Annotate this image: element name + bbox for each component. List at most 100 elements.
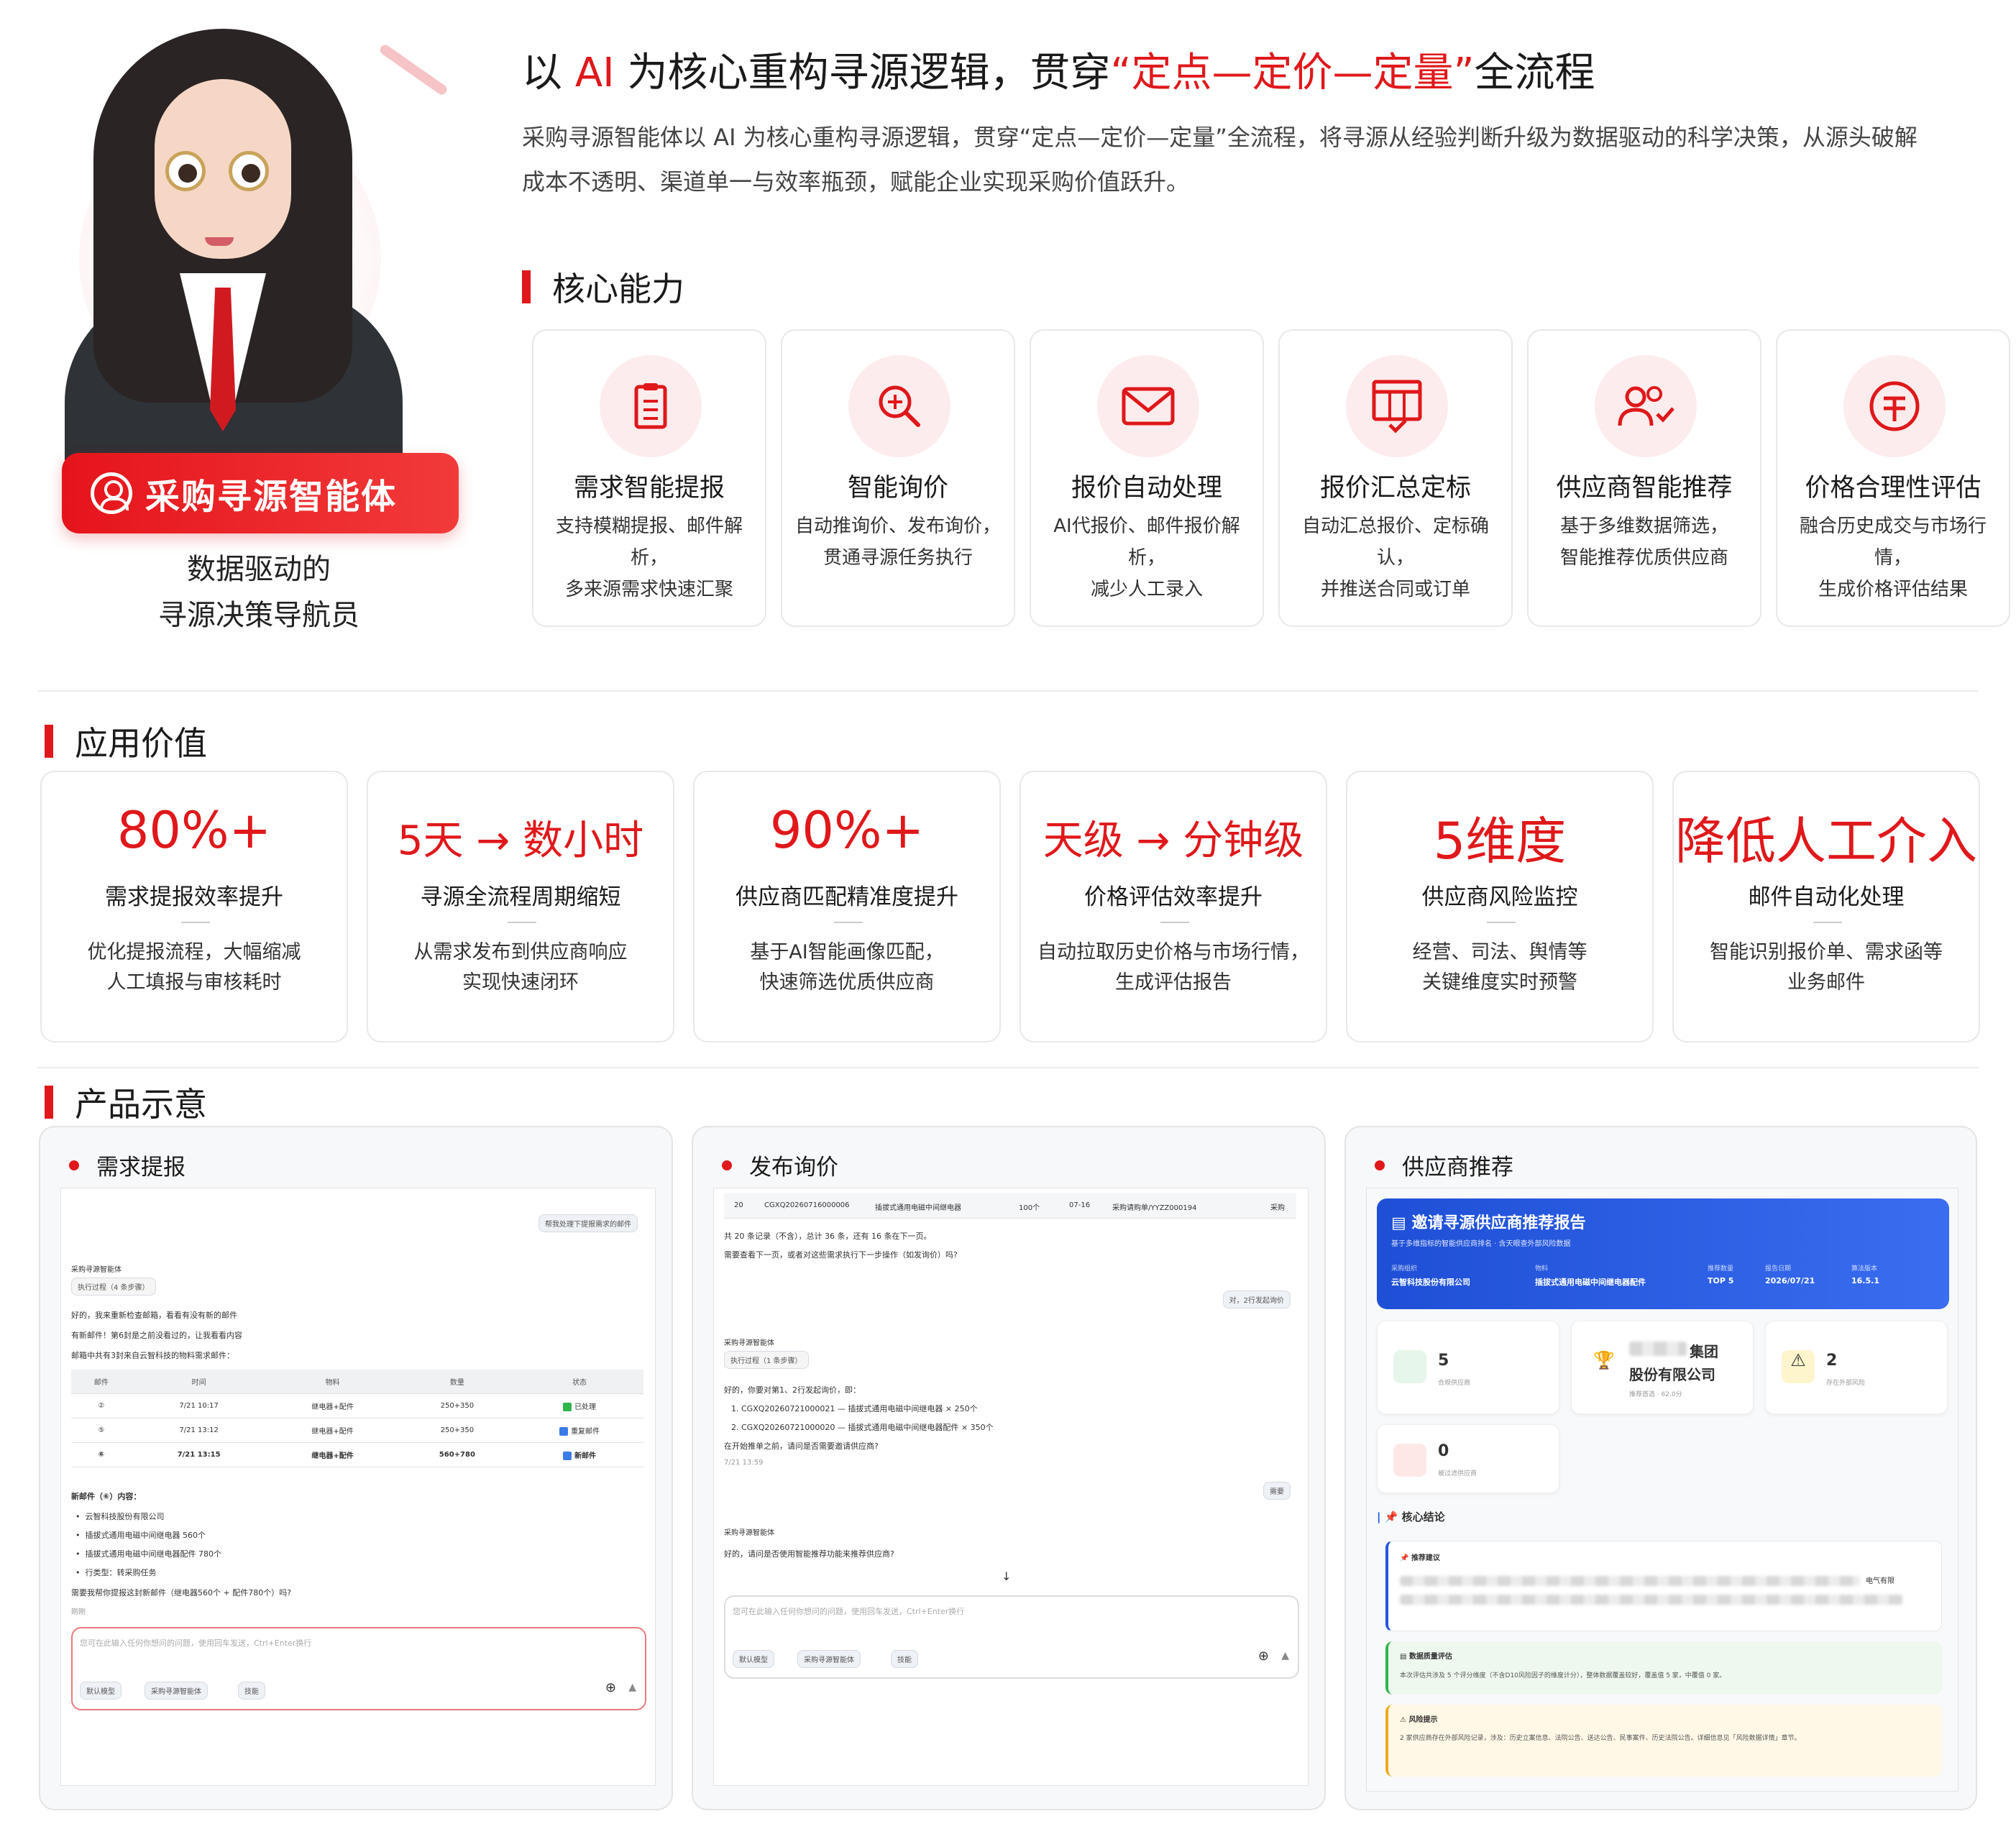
demo-card-inquiry: 发布询价 20 CGXQ20260716000006 插拔式通用电磁中间继电器 … — [692, 1126, 1326, 1810]
capability-card[interactable]: 供应商智能推荐 基于多维数据筛选， 智能推荐优质供应商 — [1527, 329, 1761, 627]
redacted-text — [1629, 1342, 1687, 1356]
scroll-down-icon[interactable]: ↓ — [1002, 1569, 1011, 1583]
intro-text: 采购寻源智能体以 AI 为核心重构寻源逻辑，贯穿“定点—定价—定量”全流程，将寻… — [522, 124, 1918, 196]
risk-title: ⚠ 风险提示 — [1400, 1716, 1438, 1724]
add-icon[interactable]: ⊕ — [605, 1680, 616, 1695]
column-header: 物料 — [266, 1370, 399, 1394]
meta-label: 采购组织 — [1391, 1265, 1418, 1273]
model-select[interactable]: 默认模型 — [80, 1682, 122, 1700]
divider — [1813, 922, 1842, 923]
capability-desc: 支持模糊提报、邮件解析， 多来源需求快速汇聚 — [555, 515, 743, 600]
add-icon[interactable]: ⊕ — [1258, 1649, 1269, 1664]
chat-input-box[interactable]: 您可在此输入任何你想问的问题，使用回车发送，Ctrl+Enter换行 默认模型 … — [71, 1627, 646, 1710]
status-text: 重复邮件 — [571, 1428, 600, 1436]
page: { "hero": { "badge_label": "采购寻源智能体", "s… — [0, 0, 2016, 1829]
exec-steps-toggle[interactable]: 执行过程（4 条步骤） — [71, 1278, 156, 1296]
agent-badge-label: 采购寻源智能体 — [145, 477, 398, 517]
table-row: ② 7/21 10:17 继电器+配件 250+350 已处理 — [71, 1393, 643, 1418]
table-cell: 继电器+配件 — [266, 1442, 399, 1467]
section-title-values: 应用价值 — [45, 718, 207, 765]
divider — [1160, 922, 1189, 923]
skill-select[interactable]: 技能 — [238, 1682, 265, 1700]
capability-card[interactable]: 智能询价 自动推询价、发布询价， 贯通寻源任务执行 — [781, 329, 1015, 627]
value-metric: 降低人工介入 — [1675, 812, 1977, 871]
status-badge: 新邮件 — [516, 1442, 643, 1467]
title-prefix: 以 — [522, 50, 575, 96]
table-check-icon — [1346, 355, 1448, 457]
search-plus-icon — [848, 355, 950, 457]
capability-card[interactable]: 价格合理性评估 融合历史成交与市场行情， 生成价格评估结果 — [1776, 329, 2010, 627]
redacted-text — [1400, 1595, 1903, 1605]
meta-value: 2026/07/21 — [1765, 1276, 1815, 1285]
capability-card[interactable]: 报价自动处理 AI代报价、邮件报价解析， 减少人工录入 — [1030, 329, 1264, 627]
send-icon[interactable]: ▲ — [628, 1682, 636, 1693]
section-title-text: 产品示意 — [75, 1085, 207, 1124]
status-badge: 重复邮件 — [516, 1418, 643, 1443]
status-badge: 已处理 — [516, 1393, 643, 1418]
capability-desc: 自动汇总报价、定标确认， 并推送合同或订单 — [1301, 515, 1489, 600]
chat-input-placeholder: 您可在此输入任何你想问的问题，使用回车发送，Ctrl+Enter换行 — [733, 1607, 965, 1616]
table-cell: ⑥ — [71, 1442, 132, 1467]
table-cell: 7/21 13:12 — [131, 1418, 267, 1443]
capability-title: 报价汇总定标 — [1319, 474, 1471, 503]
capability-card[interactable]: 报价汇总定标自动汇总报价、定标确认， 并推送合同或订单 — [1278, 329, 1513, 627]
value-title: 供应商风险监控 — [1421, 884, 1578, 910]
clipboard-icon — [600, 355, 702, 457]
meta-label: 算法版本 — [1851, 1265, 1878, 1273]
chat-line: 需要查看下一页，或者对这些需求执行下一步操作（如发询价）吗? — [724, 1250, 958, 1260]
table-cell: 250+350 — [398, 1393, 516, 1418]
demo-card-header: 发布询价 — [722, 1149, 838, 1181]
agent-select[interactable]: 采购寻源智能体 — [797, 1650, 861, 1668]
skill-select[interactable]: 技能 — [891, 1650, 918, 1668]
yuan-icon — [1843, 355, 1946, 457]
chat-line: 好的，请问是否使用智能推荐功能来推荐供应商? — [724, 1549, 894, 1559]
conclusion-heading: | 📌 核心结论 — [1377, 1511, 1445, 1523]
value-card: 降低人工介入 邮件自动化处理 智能识别报价单、需求函等 业务邮件 — [1672, 771, 1980, 1042]
bullet-dot-icon — [722, 1160, 732, 1170]
exec-steps-toggle[interactable]: 执行过程（1 条步骤） — [724, 1351, 809, 1369]
model-select[interactable]: 默认模型 — [733, 1650, 774, 1668]
stat-card-compliant: 5 合规供应商 — [1377, 1321, 1559, 1414]
agent-badge[interactable]: 采购寻源智能体 — [62, 453, 459, 533]
agent-select[interactable]: 采购寻源智能体 — [145, 1682, 208, 1700]
demo-screenshot-requisition: 帮我处理下提报需求的邮件 采购寻源智能体 执行过程（4 条步骤） 好的，我来重新… — [60, 1188, 656, 1786]
stat-card-risk: ⚠ 2 存在外部风险 — [1765, 1321, 1948, 1414]
recommendation-box: 📌 推荐建议 电气有限 — [1385, 1541, 1942, 1631]
value-title: 价格评估效率提升 — [1084, 884, 1263, 910]
report-title: ▤ 邀请寻源供应商推荐报告 — [1391, 1214, 1586, 1232]
chat-line: 在开始推单之前，请问是否需要邀请供应商? — [724, 1441, 879, 1451]
table-row: 20 CGXQ20260716000006 插拔式通用电磁中间继电器 100个 … — [724, 1193, 1296, 1219]
stat-card-top-supplier: 🏆 集团 股份有限公司 推荐首选 · 62.0分 — [1571, 1321, 1754, 1414]
capability-title: 报价自动处理 — [1071, 474, 1222, 503]
demo-card-requisition: 需求提报 帮我处理下提报需求的邮件 采购寻源智能体 执行过程（4 条步骤） 好的… — [39, 1126, 673, 1810]
bullet-item: • 云智科技股份有限公司 — [75, 1512, 165, 1521]
send-icon[interactable]: ▲ — [1281, 1650, 1289, 1661]
stat-number: 0 — [1438, 1442, 1449, 1460]
chat-line: 好的，你要对第1、2行发起询价，即： — [724, 1385, 861, 1395]
capability-desc: 融合历史成交与市场行情， 生成价格评估结果 — [1799, 515, 1987, 600]
avatar-mouth — [205, 237, 234, 246]
meta-label: 推荐数量 — [1708, 1265, 1734, 1273]
section-title-capabilities: 核心能力 — [522, 263, 684, 311]
table-row: ⑤ 7/21 13:12 继电器+配件 250+350 重复邮件 — [71, 1418, 643, 1443]
stat-label: 合规供应商 — [1438, 1380, 1471, 1387]
report-subtitle: 基于多维指标的智能供应商排名 · 含天眼查外部风险数据 — [1391, 1240, 1571, 1248]
chat-input-placeholder: 您可在此输入任何你想问的问题，使用回车发送，Ctrl+Enter换行 — [80, 1638, 312, 1648]
table-cell: ⑤ — [71, 1418, 132, 1443]
demo-screenshot-inquiry: 20 CGXQ20260716000006 插拔式通用电磁中间继电器 100个 … — [713, 1188, 1309, 1786]
meta-label: 物料 — [1535, 1265, 1549, 1273]
meta-value: 16.5.1 — [1851, 1276, 1879, 1285]
stat-number: 集团 — [1690, 1343, 1718, 1360]
value-desc: 优化提报流程，大幅缩减 人工填报与审核耗时 — [87, 941, 301, 994]
table-cell: 250+350 — [398, 1418, 516, 1443]
meta-label: 报告日期 — [1765, 1265, 1792, 1273]
avatar-glasses-right — [229, 151, 269, 191]
value-metric: 5天 → 数小时 — [397, 817, 644, 864]
chat-input-box[interactable]: 您可在此输入任何你想问的问题，使用回车发送，Ctrl+Enter换行 默认模型 … — [724, 1595, 1299, 1679]
value-desc: 基于AI智能画像匹配， 快速筛选优质供应商 — [750, 941, 944, 994]
decorative-stroke — [377, 42, 449, 97]
capability-desc: AI代报价、邮件报价解析， 减少人工录入 — [1053, 515, 1240, 600]
table-cell: 07-16 — [1069, 1201, 1091, 1209]
capability-card[interactable]: 需求智能提报 支持模糊提报、邮件解析， 多来源需求快速汇聚 — [532, 329, 766, 627]
value-title: 寻源全流程周期缩短 — [420, 884, 621, 910]
